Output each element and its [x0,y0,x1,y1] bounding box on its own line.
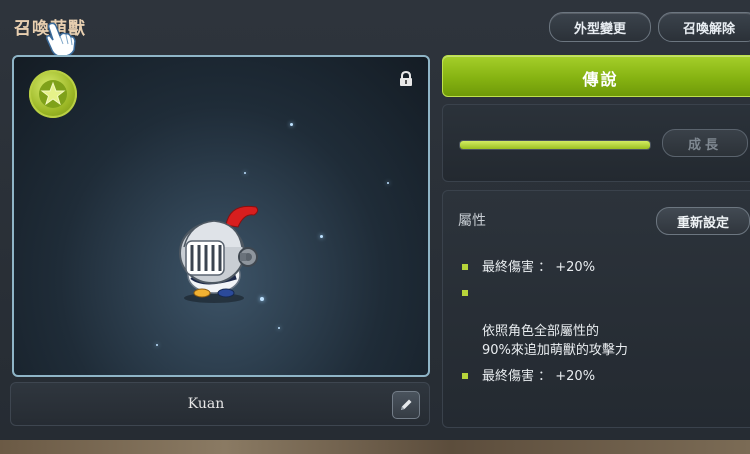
sparkle [278,327,280,329]
growth-button[interactable]: 成長 [662,129,748,157]
attribute-title: 屬性 [458,213,486,229]
star-icon [29,70,77,118]
bullet-icon [462,373,468,379]
appearance-change-button[interactable]: 外型變更 [549,12,651,42]
background-strip [0,440,750,454]
pencil-icon [401,399,412,410]
attribute-text: 依照角色全部屬性的 90%來追加萌獸的攻擊力 [482,324,628,358]
reset-attributes-button[interactable]: 重新設定 [656,207,750,235]
attribute-item: 最終傷害 ： +20% [460,258,750,277]
hand-cursor-icon [46,22,76,57]
pet-name-bar: Kuan [10,382,430,426]
sparkle [156,344,158,346]
attribute-list: 最終傷害 ： +20% 依照角色全部屬性的 90%來追加萌獸的攻擊力 最終傷害 … [460,258,750,393]
sparkle [387,182,389,184]
sparkle [244,172,246,174]
attribute-item: 依照角色全部屬性的 90%來追加萌獸的攻擊力 [460,284,750,360]
lock-icon[interactable] [398,71,414,87]
attribute-panel: 屬性 重新設定 最終傷害 ： +20% 依照角色全部屬性的 90%來追加萌獸的攻… [442,190,750,428]
growth-progress-bar [459,140,651,150]
attribute-item: 最終傷害 ： +20% [460,367,750,386]
pet-preview-panel [12,55,430,377]
growth-panel: 成長 [442,104,750,182]
bullet-icon [462,264,468,270]
sparkle [320,235,323,238]
bullet-icon [462,290,468,296]
edit-name-button[interactable] [392,391,420,419]
grade-banner: 傳說 [442,55,750,97]
knight-pet-sprite [179,205,259,303]
pet-name: Kuan [187,396,225,412]
attribute-text: 最終傷害 ： +20% [482,369,596,384]
unsummon-button[interactable]: 召喚解除 [658,12,750,42]
sparkle [290,123,293,126]
attribute-text: 最終傷害 ： +20% [482,260,596,275]
grade-label: 傳說 [582,70,619,89]
growth-progress-fill [460,141,650,149]
